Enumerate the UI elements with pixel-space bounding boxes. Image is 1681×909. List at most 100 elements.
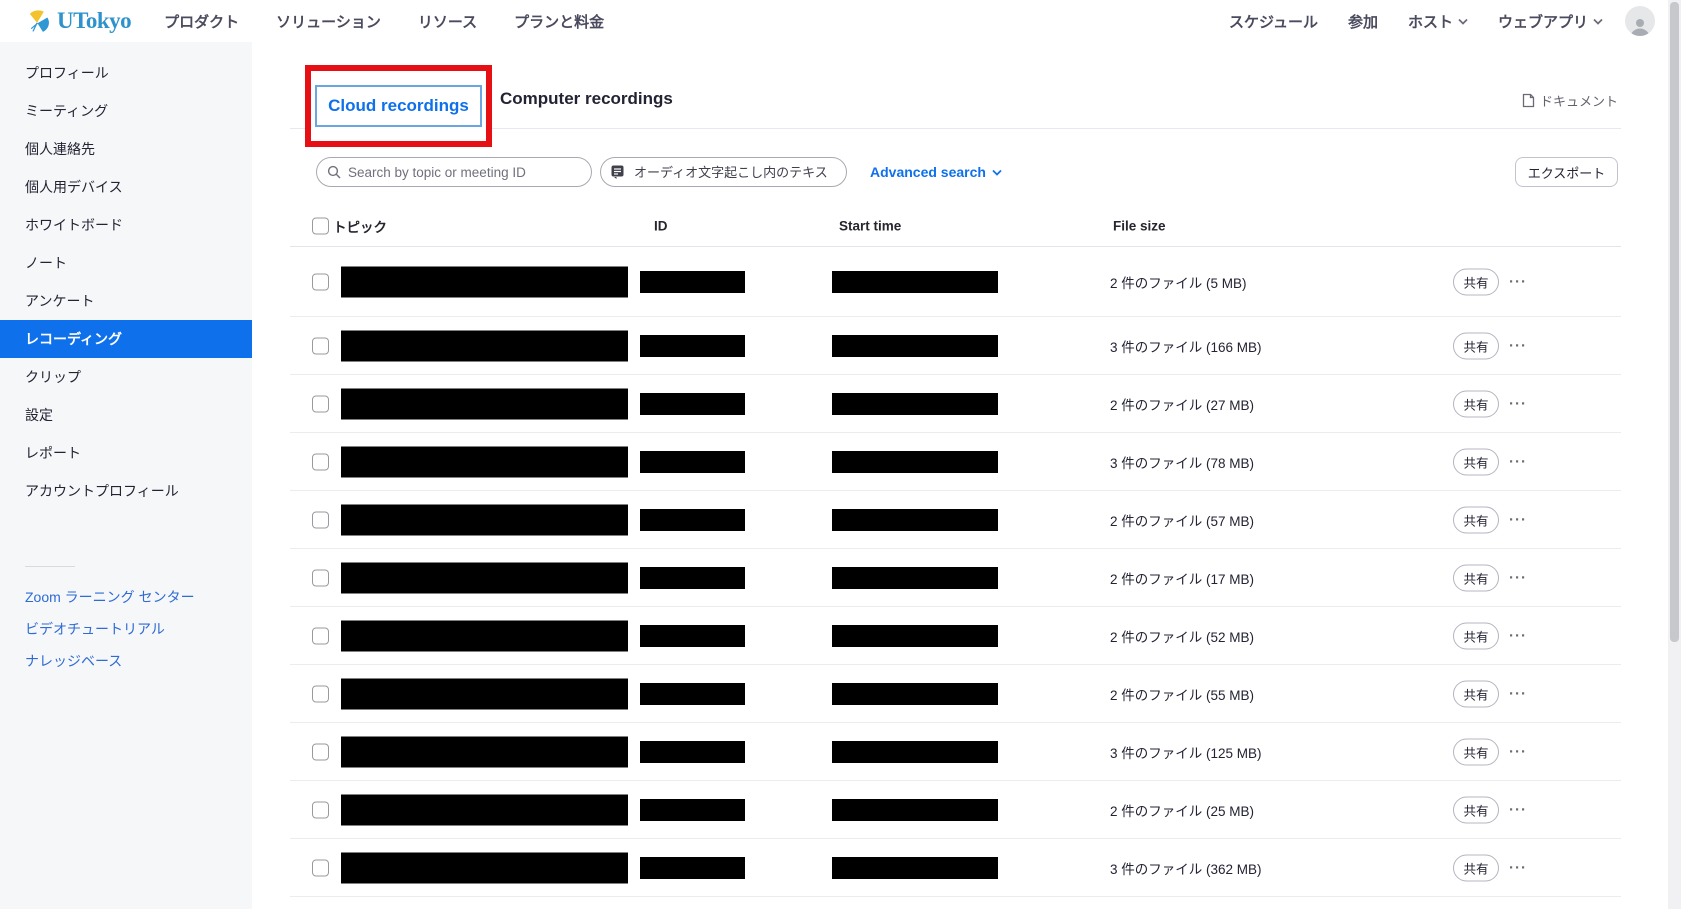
- utokyo-logo[interactable]: UTokyo: [24, 8, 131, 35]
- sidebar-help-link[interactable]: Zoom ラーニング センター: [0, 581, 252, 613]
- recording-row: 3 件のファイル (125 MB) 共有 ···: [290, 723, 1621, 781]
- document-icon: [1522, 93, 1535, 108]
- select-all-checkbox[interactable]: [312, 217, 329, 234]
- transcript-search-field: [600, 157, 847, 187]
- more-options-button[interactable]: ···: [1509, 273, 1527, 290]
- sidebar-item-0[interactable]: プロフィール: [0, 54, 252, 92]
- share-button[interactable]: 共有: [1453, 332, 1499, 359]
- tab-cloud-recordings[interactable]: Cloud recordings: [315, 85, 482, 127]
- nav-item[interactable]: ソリューション: [276, 11, 381, 32]
- redacted-start-time-bar: [832, 625, 998, 647]
- sidebar-item-11[interactable]: アカウントプロフィール: [0, 472, 252, 510]
- more-options-button[interactable]: ···: [1509, 743, 1527, 760]
- transcript-search-input[interactable]: [601, 158, 846, 186]
- nav-item[interactable]: ホスト: [1408, 11, 1468, 32]
- nav-item-label: ホスト: [1408, 11, 1453, 32]
- sidebar-divider: [25, 566, 75, 567]
- row-checkbox[interactable]: [312, 743, 329, 760]
- redacted-topic-bar: [341, 330, 628, 361]
- share-button[interactable]: 共有: [1453, 390, 1499, 417]
- nav-item[interactable]: プロダクト: [164, 11, 239, 32]
- recording-row: 3 件のファイル (362 MB) 共有 ···: [290, 839, 1621, 897]
- redacted-start-time-bar: [832, 567, 998, 589]
- share-button[interactable]: 共有: [1453, 268, 1499, 295]
- person-icon: [1629, 16, 1651, 36]
- share-button[interactable]: 共有: [1453, 622, 1499, 649]
- share-button[interactable]: 共有: [1453, 680, 1499, 707]
- redacted-topic-bar: [341, 794, 628, 825]
- sidebar-item-3[interactable]: 個人用デバイス: [0, 168, 252, 206]
- share-button[interactable]: 共有: [1453, 564, 1499, 591]
- more-options-button[interactable]: ···: [1509, 511, 1527, 528]
- sidebar-item-7[interactable]: レコーディング: [0, 320, 252, 358]
- logo-wordmark: UTokyo: [57, 8, 131, 34]
- file-size-text: 2 件のファイル (55 MB): [1110, 684, 1254, 704]
- sidebar-help-link[interactable]: ナレッジベース: [0, 645, 252, 677]
- redacted-start-time-bar: [832, 857, 998, 879]
- more-options-button[interactable]: ···: [1509, 801, 1527, 818]
- more-options-button[interactable]: ···: [1509, 569, 1527, 586]
- nav-item-label: リソース: [418, 11, 477, 32]
- export-button[interactable]: エクスポート: [1515, 157, 1618, 187]
- redacted-meeting-id-bar: [640, 271, 745, 293]
- row-checkbox[interactable]: [312, 627, 329, 644]
- redacted-meeting-id-bar: [640, 799, 745, 821]
- more-options-button[interactable]: ···: [1509, 453, 1527, 470]
- more-options-button[interactable]: ···: [1509, 337, 1527, 354]
- redacted-meeting-id-bar: [640, 857, 745, 879]
- more-options-button[interactable]: ···: [1509, 859, 1527, 876]
- advanced-search-toggle[interactable]: Advanced search: [870, 157, 1002, 187]
- top-navigation-bar: UTokyo プロダクト ソリューション リソース プランと料金 スケジュール …: [0, 0, 1681, 42]
- row-checkbox[interactable]: [312, 453, 329, 470]
- sidebar-item-4[interactable]: ホワイトボード: [0, 206, 252, 244]
- row-checkbox[interactable]: [312, 511, 329, 528]
- row-checkbox[interactable]: [312, 395, 329, 412]
- redacted-start-time-bar: [832, 509, 998, 531]
- row-checkbox[interactable]: [312, 859, 329, 876]
- column-header-file-size: File size: [1113, 218, 1166, 233]
- more-options-button[interactable]: ···: [1509, 685, 1527, 702]
- more-options-button[interactable]: ···: [1509, 627, 1527, 644]
- nav-item[interactable]: リソース: [418, 11, 477, 32]
- column-header-id: ID: [654, 218, 668, 233]
- table-header-row: トピック ID Start time File size: [290, 205, 1621, 247]
- file-size-text: 2 件のファイル (57 MB): [1110, 510, 1254, 530]
- sidebar-item-1[interactable]: ミーティング: [0, 92, 252, 130]
- share-button[interactable]: 共有: [1453, 448, 1499, 475]
- sidebar-item-10[interactable]: レポート: [0, 434, 252, 472]
- chevron-down-icon: [1458, 18, 1468, 25]
- nav-item[interactable]: 参加: [1348, 11, 1378, 32]
- share-button[interactable]: 共有: [1453, 854, 1499, 881]
- row-checkbox[interactable]: [312, 569, 329, 586]
- nav-item[interactable]: ウェブアプリ: [1498, 11, 1603, 32]
- scrollbar-thumb[interactable]: [1670, 2, 1679, 642]
- row-checkbox[interactable]: [312, 801, 329, 818]
- sidebar-help-link[interactable]: ビデオチュートリアル: [0, 613, 252, 645]
- avatar[interactable]: [1625, 6, 1655, 36]
- documentation-link[interactable]: ドキュメント: [1522, 91, 1618, 110]
- share-button[interactable]: 共有: [1453, 506, 1499, 533]
- topic-search-input[interactable]: [317, 158, 591, 186]
- sidebar-item-9[interactable]: 設定: [0, 396, 252, 434]
- sidebar-item-2[interactable]: 個人連絡先: [0, 130, 252, 168]
- chevron-down-icon: [1593, 18, 1603, 25]
- nav-item-label: スケジュール: [1229, 11, 1318, 32]
- secondary-nav: スケジュール 参加 ホスト ウェブアプリ: [1229, 11, 1603, 32]
- recording-row: 2 件のファイル (17 MB) 共有 ···: [290, 549, 1621, 607]
- row-checkbox[interactable]: [312, 273, 329, 290]
- sidebar-item-6[interactable]: アンケート: [0, 282, 252, 320]
- nav-item[interactable]: スケジュール: [1229, 11, 1318, 32]
- sidebar-item-8[interactable]: クリップ: [0, 358, 252, 396]
- row-checkbox[interactable]: [312, 337, 329, 354]
- sidebar-item-5[interactable]: ノート: [0, 244, 252, 282]
- recording-row: 3 件のファイル (78 MB) 共有 ···: [290, 433, 1621, 491]
- row-checkbox[interactable]: [312, 685, 329, 702]
- tab-computer-recordings[interactable]: Computer recordings: [500, 89, 673, 109]
- more-options-button[interactable]: ···: [1509, 395, 1527, 412]
- nav-item[interactable]: プランと料金: [514, 11, 604, 32]
- share-button[interactable]: 共有: [1453, 738, 1499, 765]
- nav-item-label: ウェブアプリ: [1498, 11, 1588, 32]
- file-size-text: 2 件のファイル (52 MB): [1110, 626, 1254, 646]
- recording-row: 2 件のファイル (5 MB) 共有 ···: [290, 247, 1621, 317]
- share-button[interactable]: 共有: [1453, 796, 1499, 823]
